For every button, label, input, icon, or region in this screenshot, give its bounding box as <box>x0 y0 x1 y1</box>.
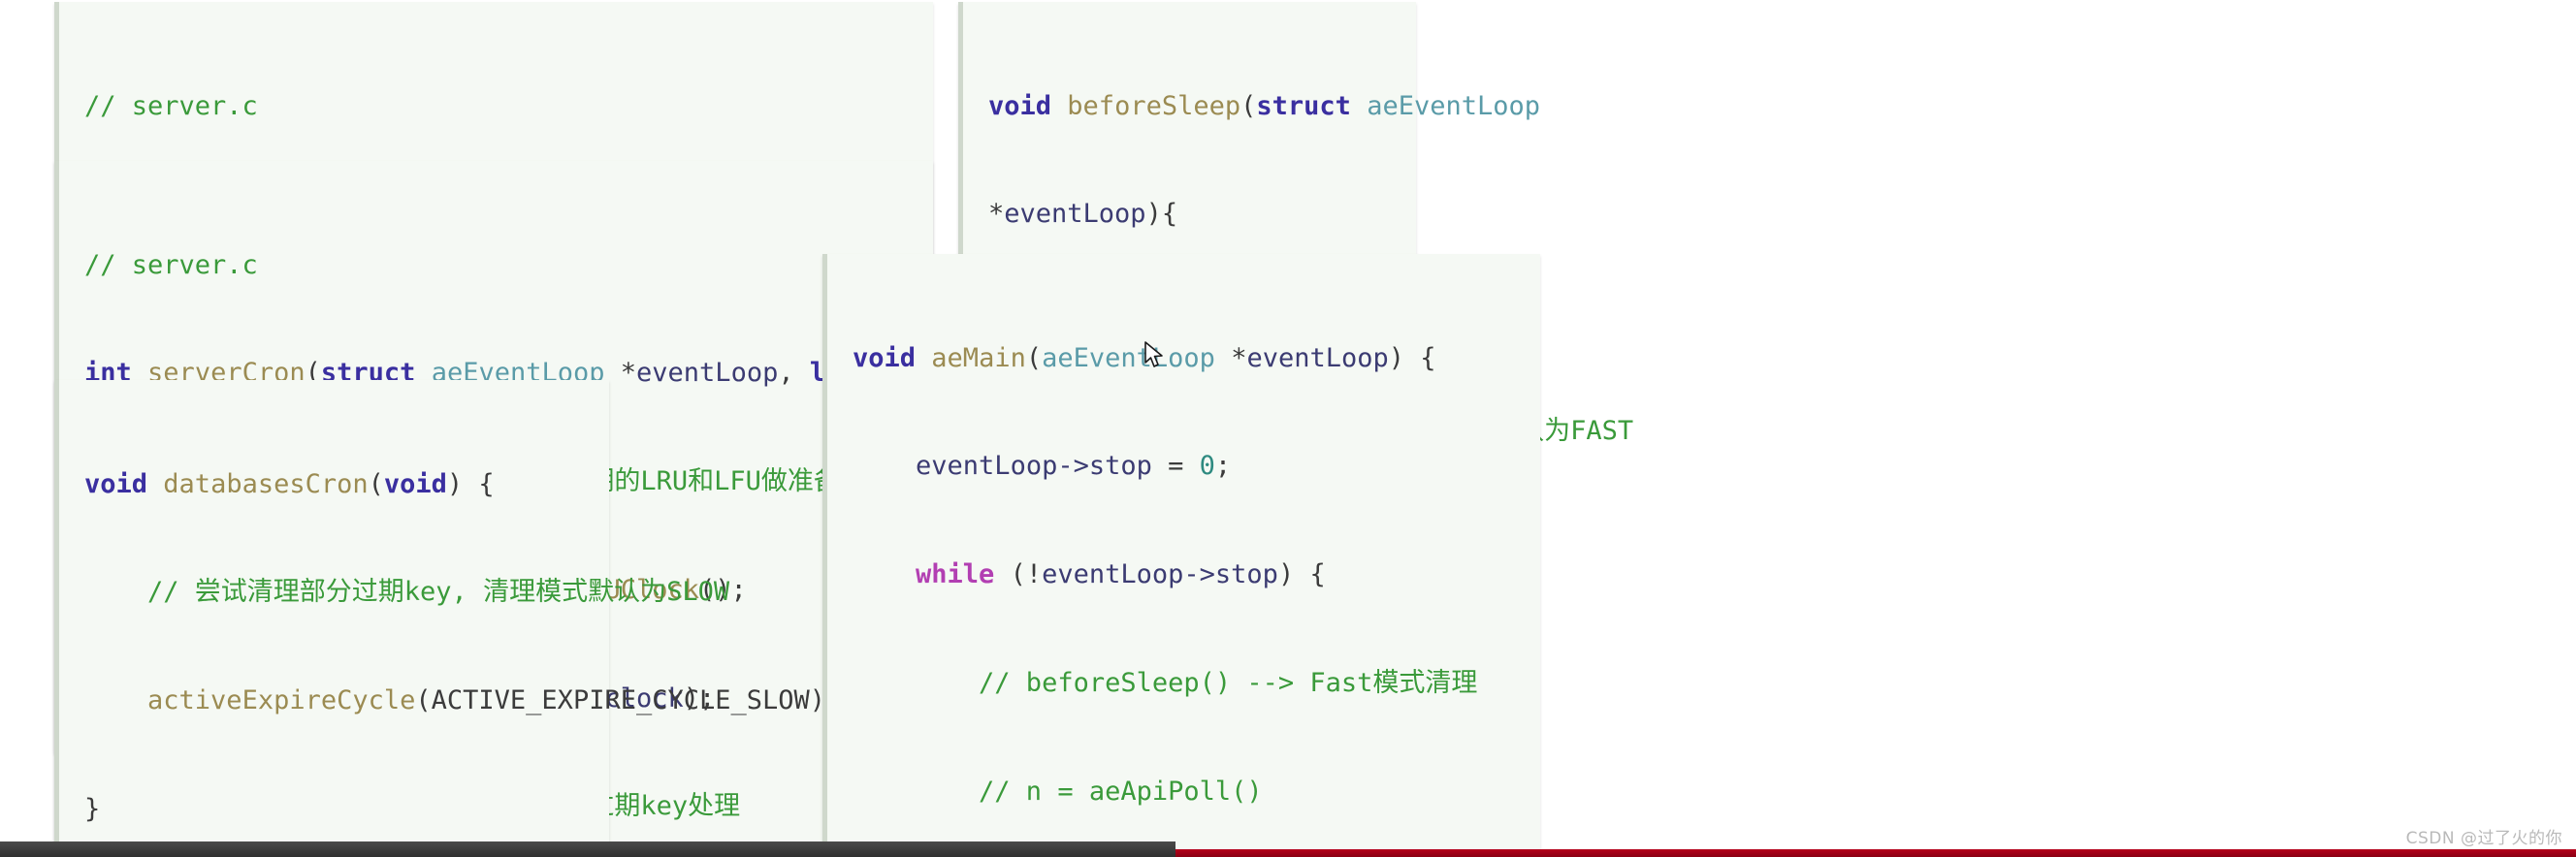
csdn-watermark: CSDN @过了火的你 <box>2405 829 2562 848</box>
code-comment: // server.c <box>84 249 258 280</box>
code-comment: // 尝试清理部分过期key, 清理模式默认为SLOW <box>84 577 730 608</box>
code-line: *eventLoop){ <box>988 199 1178 230</box>
code-line: eventLoop->stop = 0; <box>916 451 1232 482</box>
bottom-bar-dark <box>0 841 1175 857</box>
code-comment: // server.c <box>84 90 258 121</box>
code-line: while (!eventLoop->stop) { <box>916 559 1326 589</box>
code-line: // server.c <box>84 247 912 283</box>
bottom-bar-red <box>1175 849 2576 857</box>
code-comment: // beforeSleep() --> Fast模式清理 <box>853 667 1478 698</box>
code-line: // beforeSleep() --> Fast模式清理 <box>853 665 1519 701</box>
code-block-ae-main: void aeMain(aeEventLoop *eventLoop) { ev… <box>822 254 1540 857</box>
code-line: // 尝试清理部分过期key, 清理模式默认为SLOW <box>84 574 729 610</box>
code-line: void databasesCron(void) { <box>84 468 495 499</box>
code-line: activeExpireCycle(ACTIVE_EXPIRE_CYCLE_SL… <box>147 685 841 715</box>
code-line: void aeMain(aeEventLoop *eventLoop) { <box>853 342 1436 373</box>
code-line: void beforeSleep(struct aeEventLoop <box>988 90 1540 121</box>
code-comment: // n = aeApiPoll() <box>853 776 1263 807</box>
code-line: // server.c <box>84 88 912 124</box>
code-line: // n = aeApiPoll() <box>853 774 1519 809</box>
slide-canvas: // server.c void initServer(void){ // ..… <box>0 0 2576 857</box>
code-line: } <box>84 793 101 824</box>
code-block-databases-cron: void databasesCron(void) { // 尝试清理部分过期ke… <box>54 380 841 857</box>
